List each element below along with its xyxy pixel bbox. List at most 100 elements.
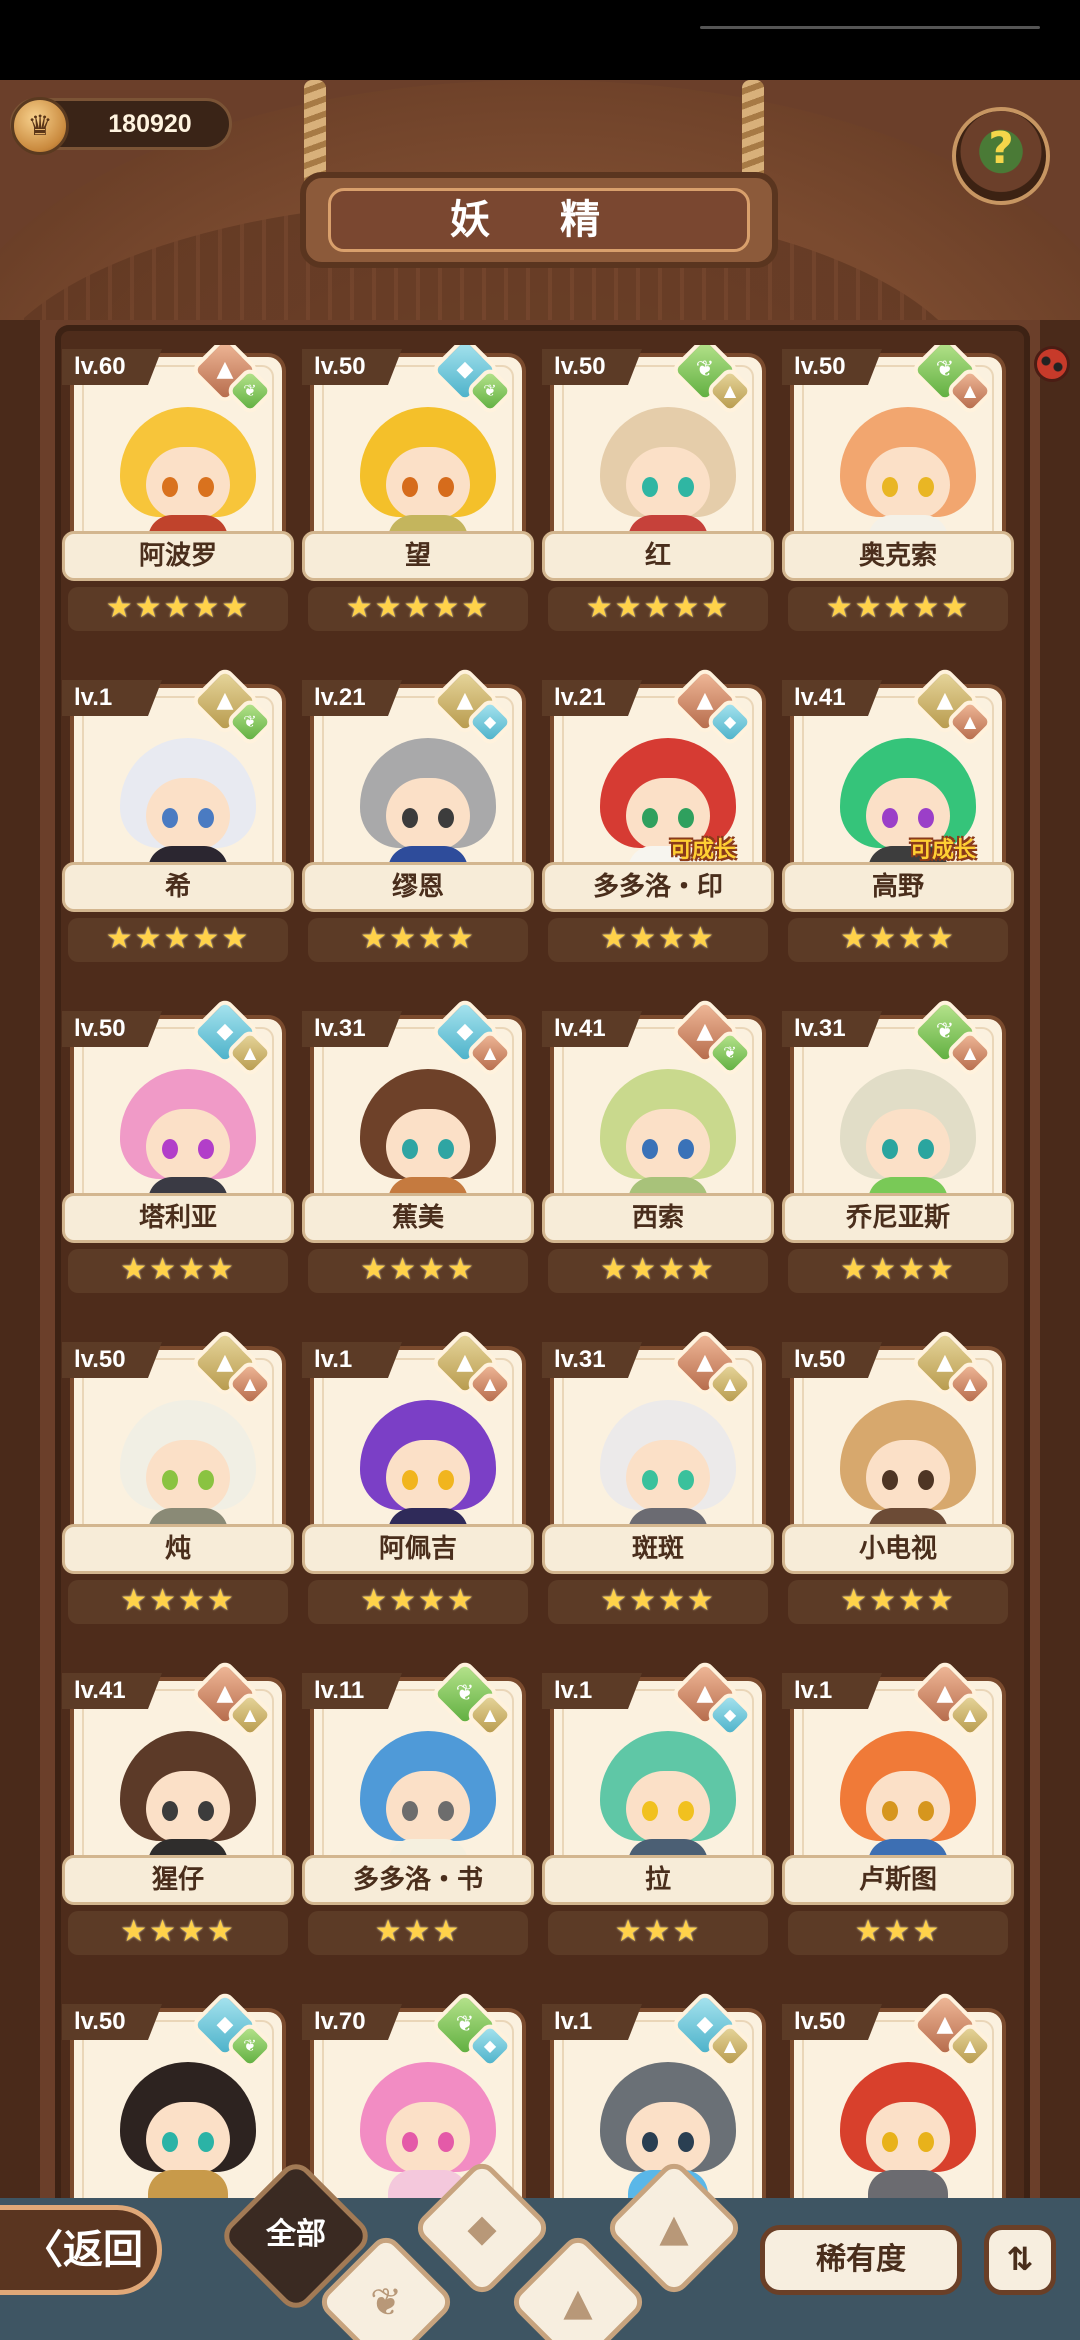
fairy-card[interactable]: lv.1 ▲ ▲ 卢斯图 ★★★	[782, 1658, 1014, 1971]
sort-order-icon: ⇅	[1006, 2240, 1034, 2278]
fairy-name: 拉	[542, 1855, 774, 1905]
fairy-name: 阿佩吉	[302, 1524, 534, 1574]
star-rating: ★★★★	[308, 1580, 528, 1624]
level-tag: lv.1	[542, 1673, 642, 1709]
coin-value: 180920	[108, 110, 192, 138]
fairy-card[interactable]: lv.41 ▲ ▲ 可成长 高野 ★★★★	[782, 665, 1014, 978]
star-rating: ★★★★★	[68, 587, 288, 631]
sort-rarity-button[interactable]: 稀有度	[760, 2225, 962, 2295]
level-tag: lv.50	[302, 349, 402, 385]
fairy-card[interactable]: lv.11 ❦ ▲ 多多洛・书 ★★★	[302, 1658, 534, 1971]
star-rating: ★★★★	[548, 1249, 768, 1293]
level-tag: lv.1	[62, 680, 162, 716]
droplet-icon: ◆	[467, 2206, 497, 2250]
fairy-card[interactable]: lv.50 ◆ ❦	[62, 1989, 294, 2215]
fairy-card[interactable]: lv.21 ▲ ◆ 缪恩 ★★★★	[302, 665, 534, 978]
level-tag: lv.50	[542, 349, 642, 385]
fairy-card[interactable]: lv.41 ▲ ❦ 西索 ★★★★	[542, 996, 774, 1309]
fairy-card[interactable]: lv.50 ◆ ▲ 塔利亚 ★★★★	[62, 996, 294, 1309]
level-tag: lv.1	[542, 2004, 642, 2040]
star-rating: ★★★★	[308, 1249, 528, 1293]
fairy-name: 蕉美	[302, 1193, 534, 1243]
level-tag: lv.1	[782, 1673, 882, 1709]
star-rating: ★★★	[308, 1911, 528, 1955]
star-rating: ★★★★	[788, 918, 1008, 962]
level-tag: lv.41	[542, 1011, 642, 1047]
fairy-name: 多多洛・书	[302, 1855, 534, 1905]
fairy-name: 高野	[782, 862, 1014, 912]
fairy-name: 塔利亚	[62, 1193, 294, 1243]
fairy-name: 红	[542, 531, 774, 581]
star-rating: ★★★★★	[788, 587, 1008, 631]
level-tag: lv.41	[782, 680, 882, 716]
fairy-name: 希	[62, 862, 294, 912]
level-tag: lv.31	[782, 1011, 882, 1047]
level-tag: lv.50	[62, 2004, 162, 2040]
coin-icon: ♛	[11, 97, 69, 155]
question-sprout-icon: ?	[988, 123, 1014, 174]
fairy-name: 炖	[62, 1524, 294, 1574]
fairy-card[interactable]: lv.41 ▲ ▲ 猩仔 ★★★★	[62, 1658, 294, 1971]
level-tag: lv.21	[542, 680, 642, 716]
status-bar	[0, 0, 1080, 80]
can-grow-tag: 可成长	[910, 838, 977, 863]
fairy-avatar	[840, 2062, 976, 2212]
level-tag: lv.50	[62, 1342, 162, 1378]
level-tag: lv.31	[302, 1011, 402, 1047]
star-rating: ★★★★	[68, 1580, 288, 1624]
fairy-card[interactable]: lv.50 ▲ ▲ 小电视 ★★★★	[782, 1327, 1014, 1640]
fairy-grid: lv.60 ▲ ❦ 阿波罗 ★★★★★ lv.50 ◆ ❦ 望 ★★★★★ lv.50 ❦ ▲ 红 ★★★★…	[62, 345, 1022, 2215]
status-indicator	[700, 26, 1040, 29]
fairy-card[interactable]: lv.50 ▲ ▲	[782, 1989, 1014, 2215]
level-tag: lv.50	[782, 349, 882, 385]
fairy-name: 望	[302, 531, 534, 581]
star-rating: ★★★★	[68, 1249, 288, 1293]
ladybug-icon	[1034, 346, 1070, 382]
fairy-card[interactable]: lv.50 ▲ ▲ 炖 ★★★★	[62, 1327, 294, 1640]
fairy-card[interactable]: lv.50 ◆ ❦ 望 ★★★★★	[302, 345, 534, 647]
page-title: 妖 精	[328, 188, 750, 252]
star-rating: ★★★★	[788, 1249, 1008, 1293]
fairy-card[interactable]: lv.31 ❦ ▲ 乔尼亚斯 ★★★★	[782, 996, 1014, 1309]
fairy-name: 猩仔	[62, 1855, 294, 1905]
level-tag: lv.50	[782, 2004, 882, 2040]
fairy-avatar	[120, 2062, 256, 2212]
level-tag: lv.50	[62, 1011, 162, 1047]
fairy-card[interactable]: lv.31 ▲ ▲ 斑斑 ★★★★	[542, 1327, 774, 1640]
fairy-card[interactable]: lv.1 ▲ ❦ 希 ★★★★★	[62, 665, 294, 978]
sprout-icon: ❦	[370, 2280, 402, 2324]
filter-all-label: 全部	[266, 2217, 326, 2252]
star-rating: ★★★★	[548, 1580, 768, 1624]
can-grow-tag: 可成长	[670, 838, 737, 863]
fairy-name: 西索	[542, 1193, 774, 1243]
fairy-name: 卢斯图	[782, 1855, 1014, 1905]
level-tag: lv.11	[302, 1673, 402, 1709]
star-rating: ★★★★	[68, 1911, 288, 1955]
level-tag: lv.41	[62, 1673, 162, 1709]
sort-order-button[interactable]: ⇅	[984, 2225, 1056, 2295]
fairy-card[interactable]: lv.31 ◆ ▲ 蕉美 ★★★★	[302, 996, 534, 1309]
back-button[interactable]: 〈返回	[0, 2205, 162, 2295]
fairy-card[interactable]: lv.1 ▲ ▲ 阿佩吉 ★★★★	[302, 1327, 534, 1640]
level-tag: lv.31	[542, 1342, 642, 1378]
fairy-name: 乔尼亚斯	[782, 1193, 1014, 1243]
fairy-card[interactable]: lv.1 ▲ ◆ 拉 ★★★	[542, 1658, 774, 1971]
star-rating: ★★★	[548, 1911, 768, 1955]
title-sign: 妖 精	[300, 172, 778, 268]
star-rating: ★★★★	[548, 918, 768, 962]
star-rating: ★★★★★	[548, 587, 768, 631]
fairy-card[interactable]: lv.21 ▲ ◆ 可成长 多多洛・印 ★★★★	[542, 665, 774, 978]
mountain-icon: ▲	[659, 2206, 689, 2250]
star-rating: ★★★★	[308, 918, 528, 962]
coin-counter: ♛ 180920	[10, 97, 232, 155]
fairy-name: 多多洛・印	[542, 862, 774, 912]
fairy-name: 缪恩	[302, 862, 534, 912]
fairy-card[interactable]: lv.50 ❦ ▲ 红 ★★★★★	[542, 345, 774, 647]
fairy-name: 奥克索	[782, 531, 1014, 581]
help-button[interactable]: ?	[952, 107, 1050, 205]
fairy-name: 斑斑	[542, 1524, 774, 1574]
mountain-icon: ▲	[563, 2280, 593, 2324]
fairy-card[interactable]: lv.50 ❦ ▲ 奥克索 ★★★★★	[782, 345, 1014, 647]
fairy-card[interactable]: lv.60 ▲ ❦ 阿波罗 ★★★★★	[62, 345, 294, 647]
level-tag: lv.1	[302, 1342, 402, 1378]
